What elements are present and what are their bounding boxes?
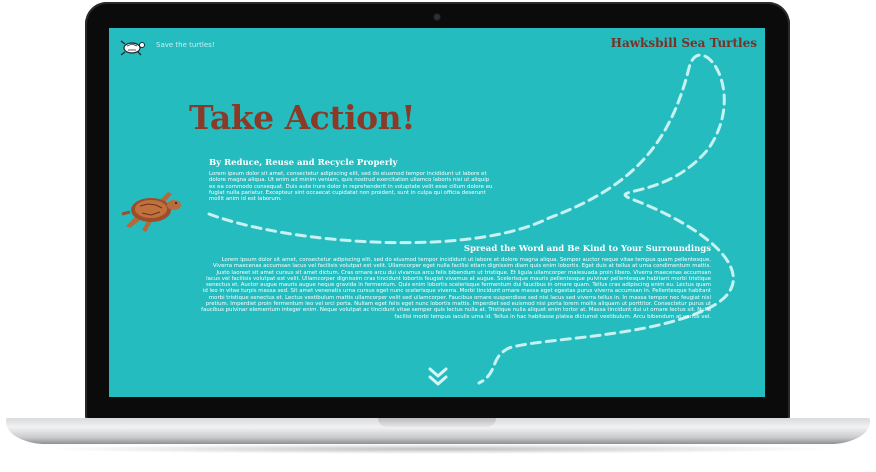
laptop-notch <box>378 418 496 427</box>
section-body-recycle: Lorem ipsum dolor sit amet, consectetur … <box>209 171 493 203</box>
dashed-path <box>207 53 735 385</box>
camera-icon <box>434 14 440 20</box>
section-body-spread-word: Lorem ipsum dolor sit amet, consectetur … <box>201 257 711 320</box>
header-tagline: Save the turtles! <box>156 41 215 49</box>
section-title-spread-word: Spread the Word and Be Kind to Your Surr… <box>463 244 711 254</box>
double-chevron-down-icon[interactable] <box>427 366 449 388</box>
site-title[interactable]: Hawksbill Sea Turtles <box>611 36 757 50</box>
laptop-shadow <box>40 444 836 454</box>
page-title: Take Action! <box>189 98 416 137</box>
website-screen: Save the turtles! Hawksbill Sea Turtles … <box>109 28 765 397</box>
sea-turtle-image <box>121 192 181 232</box>
section-title-recycle: By Reduce, Reuse and Recycle Properly <box>209 158 398 168</box>
turtle-logo-icon[interactable] <box>119 37 147 57</box>
